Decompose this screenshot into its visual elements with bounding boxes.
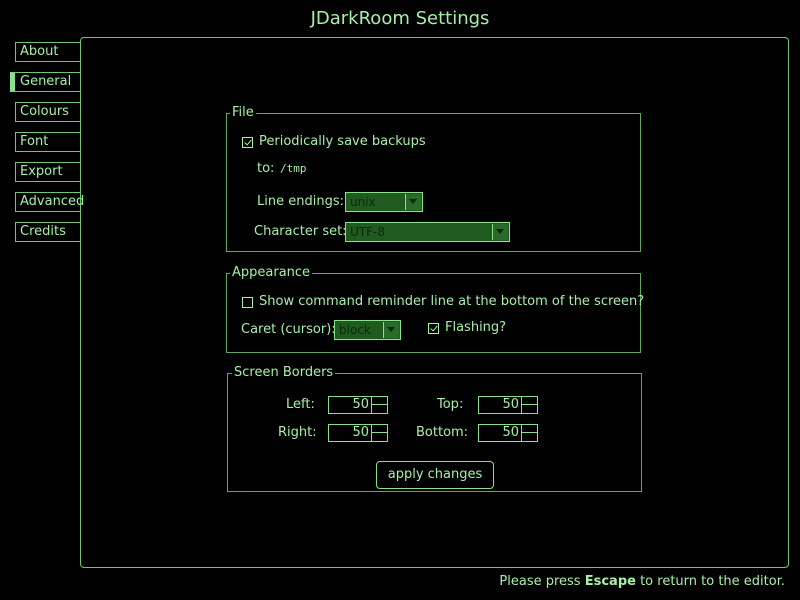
chevron-down-icon[interactable] (492, 224, 508, 240)
charset-label: Character set: (254, 224, 347, 239)
bottom-border-label: Bottom: (416, 425, 469, 440)
footer-text-after: to return to the editor. (635, 574, 785, 589)
apply-changes-button[interactable]: apply changes (376, 461, 494, 489)
tab-general[interactable]: General (10, 72, 80, 92)
top-border-label: Top: (437, 397, 464, 412)
footer-escape-key: Escape (584, 574, 636, 589)
spinner-arrows-icon[interactable] (521, 397, 537, 413)
tab-credits[interactable]: Credits (15, 222, 80, 242)
tab-advanced[interactable]: Advanced (15, 192, 84, 212)
right-border-spinner[interactable]: 50 (328, 424, 388, 442)
footer-text-before: Please press (499, 574, 585, 589)
periodic-backup-label[interactable]: Periodically save backups (259, 134, 426, 150)
appearance-group: Appearance (226, 265, 641, 353)
reminder-checkbox[interactable] (242, 297, 253, 308)
charset-select[interactable]: UTF-8 (345, 222, 510, 242)
file-legend: File (230, 105, 256, 121)
flashing-label[interactable]: Flashing? (445, 320, 506, 336)
line-endings-label: Line endings: (257, 194, 344, 209)
tab-export[interactable]: Export (15, 162, 80, 182)
reminder-label[interactable]: Show command reminder line at the bottom… (259, 294, 644, 310)
line-endings-select[interactable]: unix (345, 192, 423, 212)
chevron-down-icon[interactable] (405, 194, 421, 210)
spinner-arrows-icon[interactable] (371, 425, 387, 441)
footer-hint: Please press Escape to return to the edi… (499, 574, 785, 590)
caret-label: Caret (cursor): (241, 322, 336, 337)
backup-path[interactable]: /tmp (280, 161, 307, 177)
top-border-spinner[interactable]: 50 (478, 396, 538, 414)
charset-value: UTF-8 (350, 225, 385, 239)
caret-select[interactable]: block (334, 320, 401, 340)
periodic-backup-checkbox[interactable] (242, 137, 253, 148)
spinner-arrows-icon[interactable] (371, 397, 387, 413)
backup-to-label: to: (257, 161, 275, 176)
screen-borders-legend: Screen Borders (232, 365, 336, 381)
right-border-label: Right: (278, 425, 317, 440)
tab-font[interactable]: Font (15, 132, 80, 152)
left-border-label: Left: (286, 397, 315, 412)
top-border-value[interactable]: 50 (502, 397, 519, 413)
right-border-value[interactable]: 50 (352, 425, 369, 441)
line-endings-value: unix (350, 195, 376, 209)
tab-about[interactable]: About (15, 42, 80, 62)
left-border-value[interactable]: 50 (352, 397, 369, 413)
bottom-border-value[interactable]: 50 (502, 425, 519, 441)
flashing-checkbox[interactable] (428, 323, 439, 334)
caret-value: block (339, 323, 371, 337)
chevron-down-icon[interactable] (383, 322, 399, 338)
appearance-legend: Appearance (230, 265, 313, 281)
spinner-arrows-icon[interactable] (521, 425, 537, 441)
window-title: JDarkRoom Settings (310, 8, 490, 29)
left-border-spinner[interactable]: 50 (328, 396, 388, 414)
bottom-border-spinner[interactable]: 50 (478, 424, 538, 442)
tab-colours[interactable]: Colours (15, 102, 80, 122)
